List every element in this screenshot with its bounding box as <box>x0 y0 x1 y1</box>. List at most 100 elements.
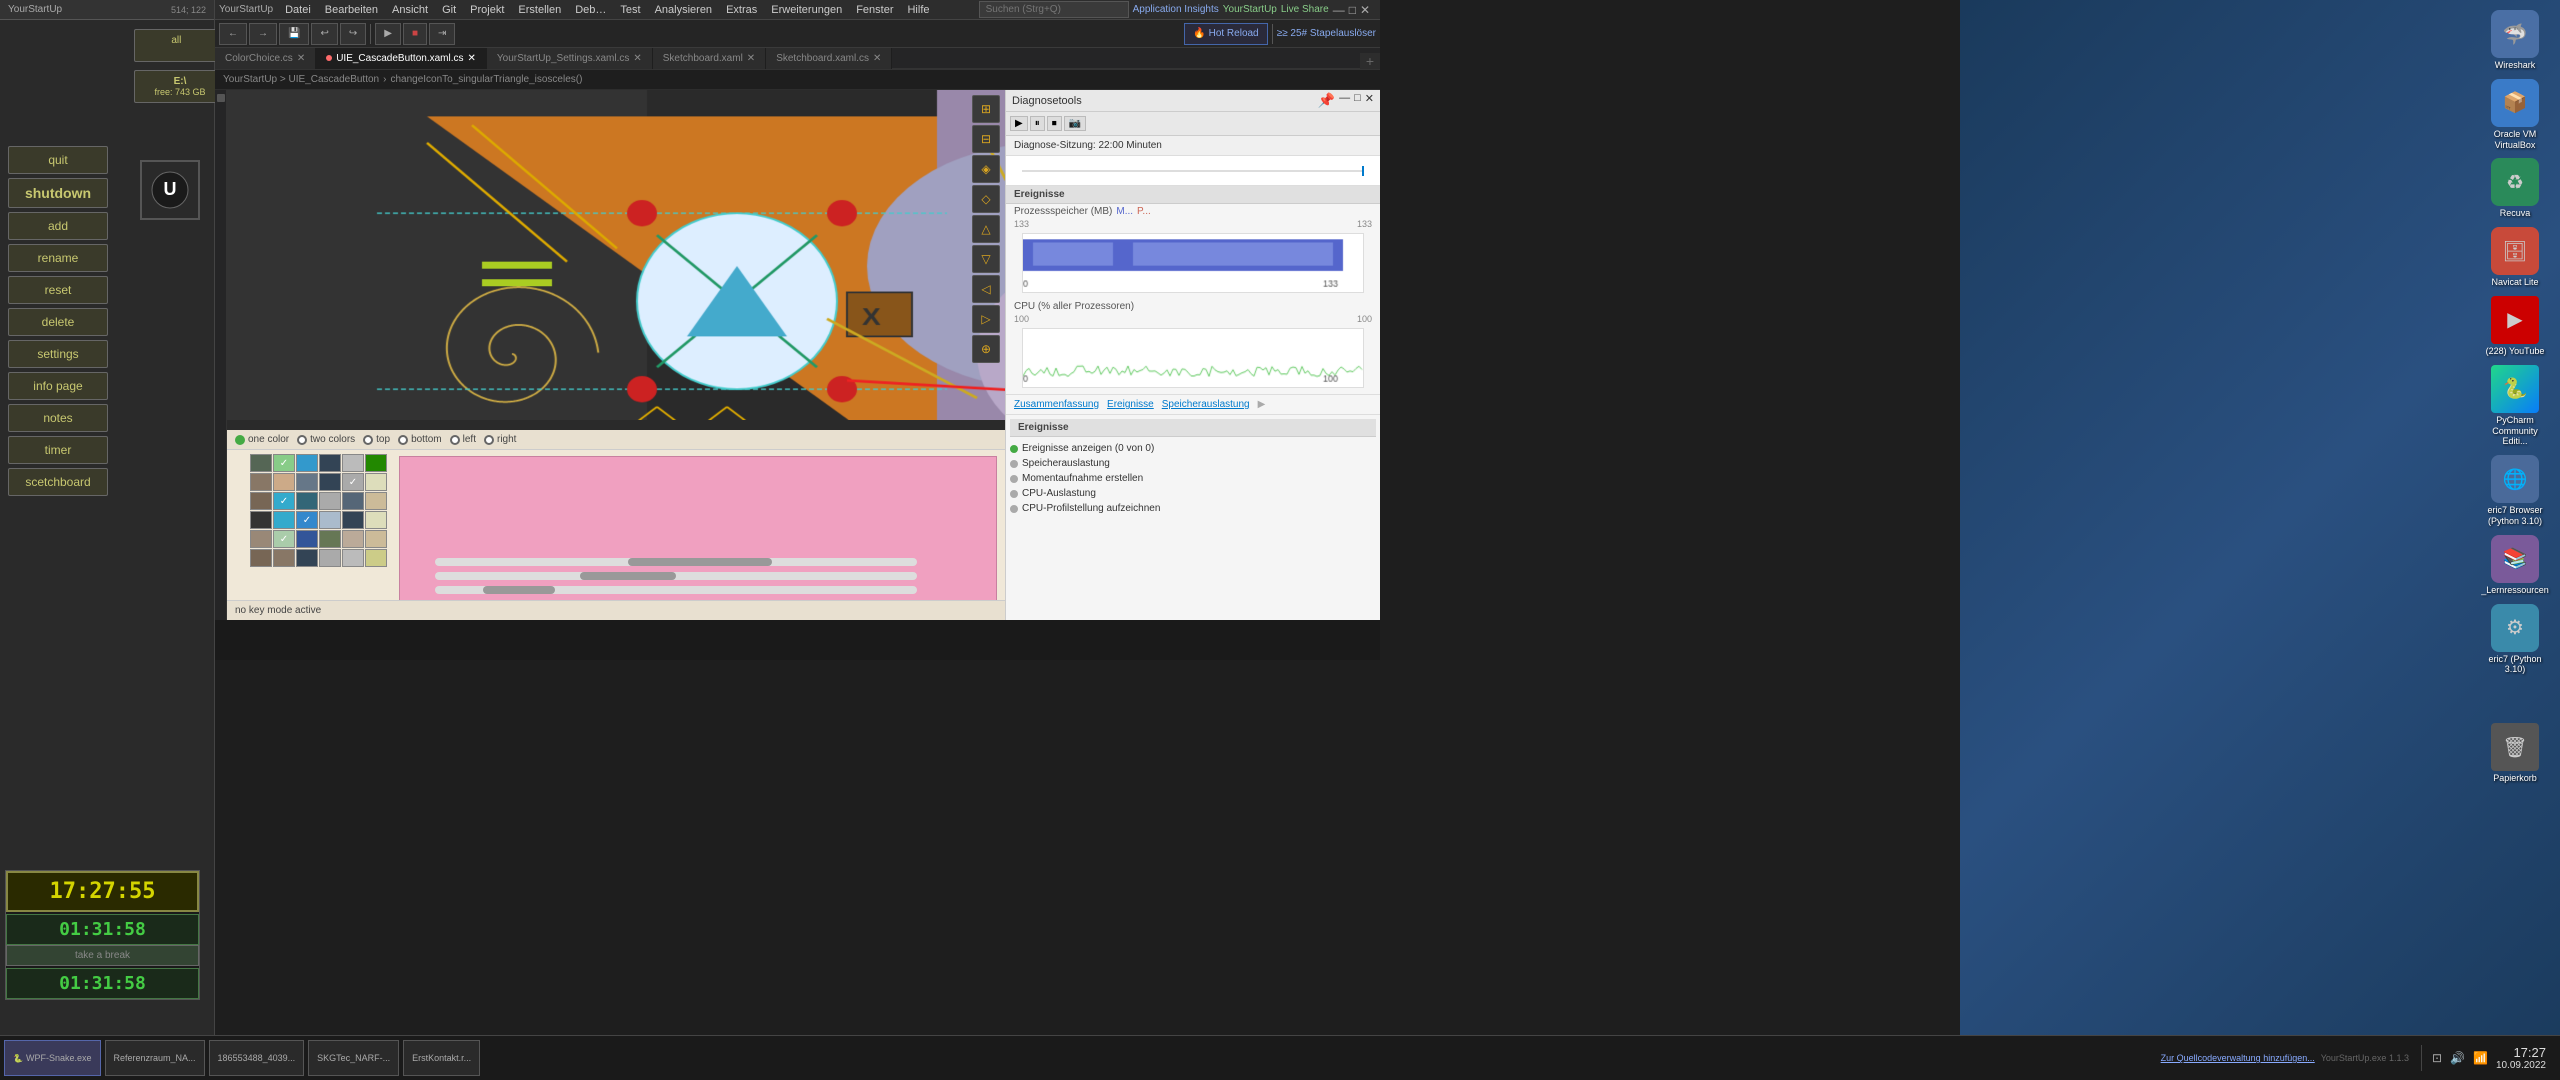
menu-analysieren[interactable]: Analysieren <box>649 2 718 18</box>
toolbar-back[interactable]: ← <box>219 23 247 45</box>
color-cell-2-3[interactable] <box>319 492 341 510</box>
menu-datei[interactable]: Datei <box>279 2 317 18</box>
mode-bottom[interactable]: bottom <box>398 434 442 445</box>
ue-icon-1[interactable]: ⊞ <box>972 95 1000 123</box>
ue-icon-3[interactable]: ◈ <box>972 155 1000 183</box>
tab-sketchboard-cs[interactable]: Sketchboard.xaml.cs ✕ <box>766 48 892 69</box>
ue-icon-2[interactable]: ⊟ <box>972 125 1000 153</box>
tab-settings-close[interactable]: ✕ <box>633 53 641 64</box>
diag-link-ereignisse[interactable]: Ereignisse <box>1107 399 1154 410</box>
menu-git[interactable]: Git <box>436 2 462 18</box>
toolbar-forward[interactable]: → <box>249 23 277 45</box>
tab-sketchboard[interactable]: Sketchboard.xaml ✕ <box>653 48 766 69</box>
diag-tb-4[interactable]: 📷 <box>1064 116 1086 131</box>
toolbar-undo[interactable]: ↩ <box>311 23 337 45</box>
color-cell-2-1[interactable]: ✓ <box>273 492 295 510</box>
ue-icon-6[interactable]: ▽ <box>972 245 1000 273</box>
desktop-icon-eric7[interactable]: ⚙ eric7 (Python 3.10) <box>2480 604 2550 676</box>
taskbar-item-186[interactable]: 186553488_4039... <box>209 1040 305 1076</box>
btn-rename[interactable]: rename <box>8 244 108 272</box>
diag-tb-2[interactable]: ⏸ <box>1030 116 1045 131</box>
diag-tb-1[interactable]: ▶ <box>1010 116 1028 131</box>
color-cell-1-0[interactable] <box>250 473 272 491</box>
tab-cascadeButton[interactable]: UIE_CascadeButton.xaml.cs ✕ <box>316 48 487 69</box>
tab-colorChoice-close[interactable]: ✕ <box>297 53 305 64</box>
btn-reset[interactable]: reset <box>8 276 108 304</box>
menu-extras[interactable]: Extras <box>720 2 763 18</box>
diag-close-btn[interactable]: ✕ <box>1365 92 1374 109</box>
diag-item-cpu[interactable]: CPU-Auslastung <box>1010 486 1376 501</box>
desktop-icon-eric7-browser[interactable]: 🌐 eric7 Browser (Python 3.10) <box>2480 455 2550 527</box>
menu-deb[interactable]: Deb… <box>569 2 612 18</box>
mode-top[interactable]: top <box>363 434 390 445</box>
tab-cascadeButton-close[interactable]: ✕ <box>467 53 475 64</box>
btn-timer[interactable]: timer <box>8 436 108 464</box>
desktop-icon-recuva[interactable]: ♻ Recuva <box>2480 158 2550 219</box>
diag-pin-btn[interactable]: 📌 <box>1318 92 1335 109</box>
tab-settings[interactable]: YourStartUp_Settings.xaml.cs ✕ <box>487 48 653 69</box>
color-cell-3-5[interactable] <box>365 511 387 529</box>
disk-e-btn[interactable]: E:\ free: 743 GB <box>134 70 226 103</box>
color-cell-1-2[interactable] <box>296 473 318 491</box>
color-cell-0-0[interactable] <box>250 454 272 472</box>
hot-reload-btn[interactable]: 🔥 Hot Reload <box>1184 23 1267 45</box>
color-cell-3-3[interactable] <box>319 511 341 529</box>
color-cell-0-3[interactable] <box>319 454 341 472</box>
diag-link-speicher[interactable]: Speicherauslastung <box>1162 399 1250 410</box>
color-cell-3-0[interactable] <box>250 511 272 529</box>
diag-item-profil[interactable]: CPU-Profilstellung aufzeichnen <box>1010 501 1376 516</box>
mode-left[interactable]: left <box>450 434 476 445</box>
diag-item-speicher[interactable]: Speicherauslastung <box>1010 456 1376 471</box>
ue-icon-5[interactable]: △ <box>972 215 1000 243</box>
taskbar-item-erst[interactable]: ErstKontakt.r... <box>403 1040 480 1076</box>
taskbar-item-skg[interactable]: SKGTec_NARF-... <box>308 1040 399 1076</box>
mode-right[interactable]: right <box>484 434 516 445</box>
menu-fenster[interactable]: Fenster <box>850 2 899 18</box>
color-cell-4-3[interactable] <box>319 530 341 548</box>
diag-item-ereignisse[interactable]: Ereignisse anzeigen (0 von 0) <box>1010 441 1376 456</box>
search-input[interactable] <box>979 1 1129 18</box>
maximize-btn[interactable]: □ <box>1349 3 1356 17</box>
menu-hilfe[interactable]: Hilfe <box>901 2 935 18</box>
mode-two-colors[interactable]: two colors <box>297 434 355 445</box>
color-cell-1-1[interactable] <box>273 473 295 491</box>
add-tab-btn[interactable]: + <box>1360 53 1380 69</box>
color-cell-3-4[interactable] <box>342 511 364 529</box>
color-cell-2-2[interactable] <box>296 492 318 510</box>
color-cell-1-4[interactable]: ✓ <box>342 473 364 491</box>
color-cell-3-1[interactable] <box>273 511 295 529</box>
taskbar-item-snake[interactable]: 🐍 WPF-Snake.exe <box>4 1040 101 1076</box>
menu-erstellen[interactable]: Erstellen <box>512 2 567 18</box>
btn-info-page[interactable]: info page <box>8 372 108 400</box>
color-cell-5-5[interactable] <box>365 549 387 567</box>
btn-settings[interactable]: settings <box>8 340 108 368</box>
color-cell-5-3[interactable] <box>319 549 341 567</box>
clock[interactable]: 17:27 10.09.2022 <box>2496 1045 2546 1071</box>
color-cell-1-5[interactable] <box>365 473 387 491</box>
diag-minimize-btn[interactable]: — <box>1339 92 1350 109</box>
ue-icon-7[interactable]: ◁ <box>972 275 1000 303</box>
minimize-btn[interactable]: — <box>1333 3 1345 17</box>
viewport-canvas[interactable] <box>227 90 1005 420</box>
color-cell-2-4[interactable] <box>342 492 364 510</box>
menu-bearbeiten[interactable]: Bearbeiten <box>319 2 384 18</box>
menu-projekt[interactable]: Projekt <box>464 2 510 18</box>
color-cell-4-2[interactable] <box>296 530 318 548</box>
btn-add[interactable]: add <box>8 212 108 240</box>
color-cell-5-1[interactable] <box>273 549 295 567</box>
tab-colorChoice[interactable]: ColorChoice.cs ✕ <box>215 48 316 69</box>
git-notification[interactable]: Zur Quellcodeverwaltung hinzufügen... <box>2161 1053 2315 1063</box>
toolbar-step[interactable]: ⇥ <box>429 23 455 45</box>
btn-quit[interactable]: quit <box>8 146 108 174</box>
close-btn[interactable]: ✕ <box>1360 3 1370 17</box>
tab-sketchboard-close[interactable]: ✕ <box>747 53 755 64</box>
color-cell-5-4[interactable] <box>342 549 364 567</box>
btn-notes[interactable]: notes <box>8 404 108 432</box>
toolbar-stop[interactable]: ■ <box>403 23 427 45</box>
desktop-icon-youtube[interactable]: ▶ (228) YouTube <box>2480 296 2550 357</box>
ue-icon-9[interactable]: ⊕ <box>972 335 1000 363</box>
color-cell-4-5[interactable] <box>365 530 387 548</box>
desktop-icon-virtualbox[interactable]: 📦 Oracle VM VirtualBox <box>2480 79 2550 151</box>
menu-ansicht[interactable]: Ansicht <box>386 2 434 18</box>
ue-icon-8[interactable]: ▷ <box>972 305 1000 333</box>
